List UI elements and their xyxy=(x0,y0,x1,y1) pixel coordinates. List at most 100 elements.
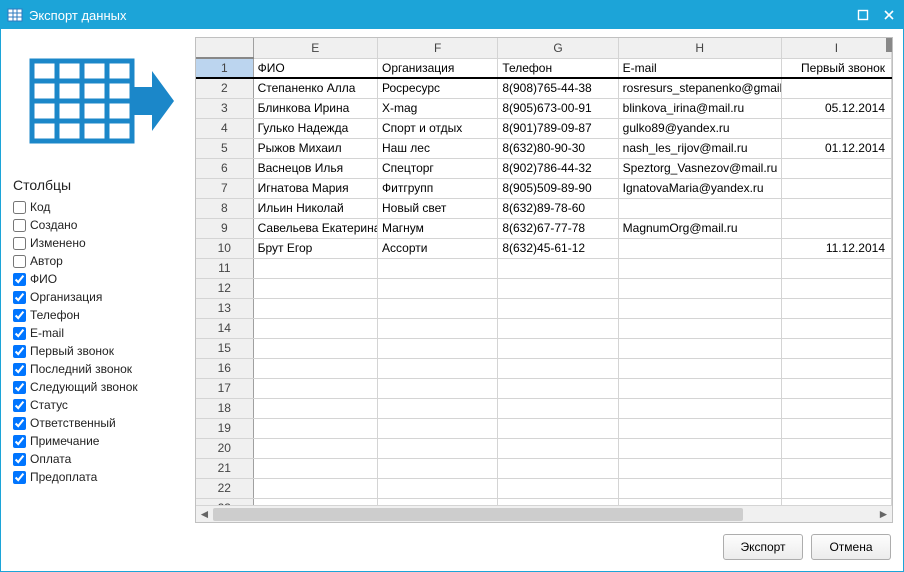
cell[interactable]: Рыжов Михаил xyxy=(253,138,377,158)
row-number[interactable]: 2 xyxy=(196,78,253,98)
cell[interactable]: Васнецов Илья xyxy=(253,158,377,178)
cell[interactable]: Савельева Екатерина xyxy=(253,218,377,238)
column-checkbox[interactable] xyxy=(13,201,26,214)
cell[interactable] xyxy=(498,458,618,478)
cell[interactable]: blinkova_irina@mail.ru xyxy=(618,98,781,118)
table-row[interactable]: 12 xyxy=(196,278,892,298)
row-number[interactable]: 12 xyxy=(196,278,253,298)
column-checkbox-item[interactable]: ФИО xyxy=(13,271,187,287)
column-letter[interactable]: G xyxy=(498,38,618,58)
table-row[interactable]: 21 xyxy=(196,458,892,478)
column-letter[interactable]: E xyxy=(253,38,377,58)
column-checkbox-item[interactable]: E-mail xyxy=(13,325,187,341)
scroll-left-arrow-icon[interactable]: ◄ xyxy=(196,506,213,523)
row-number[interactable]: 16 xyxy=(196,358,253,378)
cell[interactable] xyxy=(618,418,781,438)
cell[interactable] xyxy=(781,298,891,318)
column-checkbox[interactable] xyxy=(13,435,26,448)
cell[interactable] xyxy=(781,118,891,138)
cell[interactable]: 8(905)673-00-91 xyxy=(498,98,618,118)
cell[interactable] xyxy=(378,458,498,478)
cell[interactable] xyxy=(618,378,781,398)
table-row[interactable]: 13 xyxy=(196,298,892,318)
column-checkbox-item[interactable]: Предоплата xyxy=(13,469,187,485)
cell[interactable]: X-mag xyxy=(378,98,498,118)
cell[interactable] xyxy=(781,258,891,278)
cell[interactable]: MagnumOrg@mail.ru xyxy=(618,218,781,238)
cell[interactable] xyxy=(253,418,377,438)
cell[interactable] xyxy=(253,358,377,378)
table-row[interactable]: 14 xyxy=(196,318,892,338)
column-checkbox[interactable] xyxy=(13,255,26,268)
table-row[interactable]: 19 xyxy=(196,418,892,438)
cell[interactable]: nash_les_rijov@mail.ru xyxy=(618,138,781,158)
column-checkbox[interactable] xyxy=(13,345,26,358)
scroll-right-arrow-icon[interactable]: ► xyxy=(875,506,892,523)
cell[interactable] xyxy=(498,318,618,338)
cell[interactable] xyxy=(498,358,618,378)
cell[interactable]: rosresurs_stepanenko@gmail.com xyxy=(618,78,781,98)
row-number[interactable]: 22 xyxy=(196,478,253,498)
column-checkbox[interactable] xyxy=(13,273,26,286)
data-grid[interactable]: EFGHI 1ФИООрганизацияТелефонE-mailПервый… xyxy=(196,38,892,505)
cell[interactable] xyxy=(781,218,891,238)
column-checkbox[interactable] xyxy=(13,291,26,304)
cell[interactable] xyxy=(378,298,498,318)
cell[interactable]: Ильин Николай xyxy=(253,198,377,218)
cell[interactable] xyxy=(498,298,618,318)
row-number[interactable]: 17 xyxy=(196,378,253,398)
row-number[interactable]: 3 xyxy=(196,98,253,118)
column-checkbox[interactable] xyxy=(13,237,26,250)
cell[interactable] xyxy=(781,398,891,418)
cell[interactable] xyxy=(498,438,618,458)
column-checkbox[interactable] xyxy=(13,219,26,232)
cell[interactable]: Блинкова Ирина xyxy=(253,98,377,118)
column-letter[interactable]: F xyxy=(378,38,498,58)
cell[interactable] xyxy=(618,278,781,298)
cell[interactable] xyxy=(781,458,891,478)
cell[interactable]: 01.12.2014 xyxy=(781,138,891,158)
scroll-track[interactable] xyxy=(213,506,875,522)
row-number[interactable]: 13 xyxy=(196,298,253,318)
table-row[interactable]: 10Брут ЕгорАссорти8(632)45-61-1211.12.20… xyxy=(196,238,892,258)
maximize-button[interactable] xyxy=(855,7,871,23)
cell[interactable] xyxy=(618,398,781,418)
cell[interactable] xyxy=(781,338,891,358)
cell[interactable] xyxy=(781,198,891,218)
cell[interactable]: 8(905)509-89-90 xyxy=(498,178,618,198)
cell[interactable] xyxy=(498,378,618,398)
vertical-scroll-indicator[interactable] xyxy=(886,38,892,52)
column-checkbox[interactable] xyxy=(13,327,26,340)
table-row[interactable]: 2Степаненко АллаРосресурс8(908)765-44-38… xyxy=(196,78,892,98)
column-checkbox-item[interactable]: Оплата xyxy=(13,451,187,467)
cell[interactable] xyxy=(378,478,498,498)
cell[interactable]: gulko89@yandex.ru xyxy=(618,118,781,138)
cell[interactable] xyxy=(253,258,377,278)
spreadsheet[interactable]: EFGHI 1ФИООрганизацияТелефонE-mailПервый… xyxy=(195,37,893,523)
cell[interactable] xyxy=(378,498,498,505)
cell[interactable] xyxy=(253,378,377,398)
cell[interactable] xyxy=(253,458,377,478)
row-number[interactable]: 6 xyxy=(196,158,253,178)
cell[interactable] xyxy=(378,378,498,398)
table-row[interactable]: 23 xyxy=(196,498,892,505)
row-number[interactable]: 7 xyxy=(196,178,253,198)
cell[interactable] xyxy=(618,298,781,318)
cell[interactable]: Speztorg_Vasnezov@mail.ru xyxy=(618,158,781,178)
row-number[interactable]: 23 xyxy=(196,498,253,505)
cell[interactable]: 8(902)786-44-32 xyxy=(498,158,618,178)
cell[interactable] xyxy=(253,398,377,418)
scroll-thumb[interactable] xyxy=(213,508,743,521)
cell[interactable] xyxy=(498,398,618,418)
row-number[interactable]: 10 xyxy=(196,238,253,258)
cell[interactable] xyxy=(781,158,891,178)
cell[interactable] xyxy=(378,358,498,378)
column-checkbox-item[interactable]: Первый звонок xyxy=(13,343,187,359)
cell[interactable] xyxy=(378,418,498,438)
column-checkbox-item[interactable]: Статус xyxy=(13,397,187,413)
cell[interactable] xyxy=(378,398,498,418)
column-checkbox[interactable] xyxy=(13,309,26,322)
cell[interactable]: Игнатова Мария xyxy=(253,178,377,198)
column-checkbox[interactable] xyxy=(13,363,26,376)
cell[interactable]: Брут Егор xyxy=(253,238,377,258)
